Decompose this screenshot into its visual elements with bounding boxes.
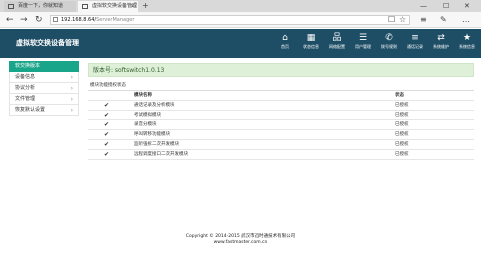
nav-call-records[interactable]: ≡ 通话记录: [405, 32, 425, 50]
new-tab-button[interactable]: +: [142, 0, 149, 12]
module-status: 已授权: [395, 112, 409, 118]
sidebar-item-device-info[interactable]: 设备信息 ›: [9, 72, 79, 83]
forward-button[interactable]: →: [20, 14, 28, 26]
column-header-name: 模块名称: [134, 93, 152, 98]
table-header: 模块名称 状态: [88, 91, 474, 101]
sidebar: 软交换版本 设备信息 › 协议分析 › 文件管理 › 恢复默认设置 ›: [9, 61, 79, 116]
users-icon: ☰: [358, 33, 368, 43]
page-icon: [53, 17, 58, 22]
module-name: 呼叫转移功能模块: [134, 132, 170, 138]
sidebar-item-label: 恢复默认设置: [15, 107, 46, 113]
browser-tab-strip: 百度一下，你就知道 虚拟软交换设备管理 × + — ☐ ✕: [0, 0, 481, 12]
hub-icon[interactable]: ≡: [420, 14, 427, 26]
chevron-right-icon: ›: [70, 96, 73, 103]
module-status: 已授权: [395, 151, 409, 157]
version-banner: 版本号: softswitch1.0.13: [88, 63, 474, 77]
app-title: 虚拟软交换设备管理: [16, 39, 79, 47]
section-title: 模块功能授权状态: [90, 83, 126, 88]
check-icon: ✔: [104, 140, 110, 148]
url-path: ServerManager: [96, 17, 135, 23]
nav-label: 状态信息: [303, 44, 319, 49]
check-icon: ✔: [104, 121, 110, 129]
check-icon: ✔: [104, 150, 110, 158]
nav-home[interactable]: ⌂ 首页: [275, 32, 295, 50]
phone-icon: ✆: [385, 33, 393, 43]
table-row: ✔ 监听强拆二次开发模块 已授权: [88, 140, 474, 150]
table-row: ✔ 录音分模块 已授权: [88, 120, 474, 131]
back-button[interactable]: ←: [6, 14, 14, 26]
nav-label: 系统信息: [459, 44, 475, 49]
close-window-button[interactable]: ✕: [464, 0, 470, 12]
module-name: 远程调度接口二次开发模块: [134, 151, 188, 157]
nav-label: 通话记录: [407, 44, 423, 49]
more-icon[interactable]: …: [462, 14, 470, 26]
maximize-button[interactable]: ☐: [443, 0, 449, 12]
sidebar-item-restore-defaults[interactable]: 恢复默认设置 ›: [9, 105, 79, 116]
browser-tab-baidu[interactable]: 百度一下，你就知道: [4, 1, 76, 12]
sidebar-item-label: 协议分析: [15, 85, 36, 91]
nav-system-info[interactable]: ★ 系统信息: [457, 32, 477, 50]
sidebar-item-label: 软交换版本: [15, 63, 41, 69]
module-status: 已授权: [395, 102, 409, 108]
nav-label: 拨号规则: [381, 44, 397, 49]
network-icon: 品: [332, 33, 342, 43]
chevron-right-icon: ›: [70, 74, 73, 81]
check-icon: ✔: [104, 111, 110, 119]
sidebar-item-label: 设备信息: [15, 74, 36, 80]
page-icon: [8, 4, 14, 9]
table-row: ✔ 考试模拟模块 已授权: [88, 111, 474, 121]
table-row: ✔ 远程调度接口二次开发模块 已授权: [88, 150, 474, 160]
sidebar-item-protocol[interactable]: 协议分析 ›: [9, 83, 79, 94]
nav-dial-rules[interactable]: ✆ 拨号规则: [379, 32, 399, 50]
website-text: www.fastmaster.com.cn: [213, 240, 268, 245]
close-tab-icon[interactable]: ×: [130, 1, 135, 12]
nav-label: 系统维护: [433, 44, 449, 49]
module-name: 通话记录及分析模块: [134, 102, 175, 108]
minimize-button[interactable]: —: [420, 0, 427, 12]
reload-button[interactable]: ↻: [35, 14, 43, 26]
browser-tab-softswitch[interactable]: 虚拟软交换设备管理 ×: [78, 1, 138, 12]
module-status: 已授权: [395, 141, 409, 147]
nav-users[interactable]: ☰ 用户管理: [353, 32, 373, 50]
top-nav: ⌂ 首页 ▦ 状态信息 品 网络配置 ☰ 用户管理 ✆ 拨号规则 ≡ 通话记录 …: [269, 32, 477, 50]
star-icon: ★: [462, 33, 472, 43]
check-icon: ✔: [104, 101, 110, 109]
home-icon: ⌂: [282, 33, 288, 43]
module-table: 模块名称 状态 ✔ 通话记录及分析模块 已授权 ✔ 考试模拟模块 已授权 ✔ 录…: [88, 90, 474, 160]
sidebar-item-label: 文件管理: [15, 96, 36, 102]
module-name: 考试模拟模块: [134, 112, 161, 118]
footer: Copyright © 2014-2015 武汉市迅时通技术有限公司 www.f…: [0, 234, 481, 246]
nav-label: 网络配置: [329, 44, 345, 49]
nav-status[interactable]: ▦ 状态信息: [301, 32, 321, 50]
swap-arrows-icon: ⇄: [437, 33, 445, 43]
list-icon: ≡: [411, 33, 419, 43]
module-status: 已授权: [395, 122, 409, 128]
web-note-icon[interactable]: ✎: [440, 14, 447, 26]
sidebar-item-version[interactable]: 软交换版本: [9, 61, 79, 72]
chevron-right-icon: ›: [70, 85, 73, 92]
table-row: ✔ 通话记录及分析模块 已授权: [88, 101, 474, 111]
reading-view-icon[interactable]: ☐: [388, 14, 395, 26]
address-bar: ← → ↻ 192.168.8.64/ServerManager ☐ ☆ ≡ ✎…: [0, 12, 481, 28]
sidebar-item-files[interactable]: 文件管理 ›: [9, 94, 79, 105]
favorite-star-icon[interactable]: ☆: [399, 14, 406, 26]
url-input[interactable]: 192.168.8.64/ServerManager: [50, 15, 410, 25]
nav-label: 首页: [281, 44, 289, 49]
check-icon: ✔: [104, 131, 110, 139]
nav-label: 用户管理: [355, 44, 371, 49]
nav-network[interactable]: 品 网络配置: [327, 32, 347, 50]
status-grid-icon: ▦: [306, 33, 316, 43]
module-name: 录音分模块: [134, 122, 157, 128]
nav-maintenance[interactable]: ⇄ 系统维护: [431, 32, 451, 50]
table-row: ✔ 呼叫转移功能模块 已授权: [88, 130, 474, 140]
chevron-right-icon: ›: [70, 107, 73, 114]
browser-tab-label: 百度一下，你就知道: [18, 3, 64, 9]
module-name: 监听强拆二次开发模块: [134, 141, 179, 147]
page-icon: [82, 4, 88, 9]
app-header: 虚拟软交换设备管理 ⌂ 首页 ▦ 状态信息 品 网络配置 ☰ 用户管理 ✆ 拨号…: [0, 29, 481, 58]
url-host: 192.168.8.64/: [61, 17, 97, 23]
module-status: 已授权: [395, 132, 409, 138]
column-header-status: 状态: [395, 93, 404, 98]
